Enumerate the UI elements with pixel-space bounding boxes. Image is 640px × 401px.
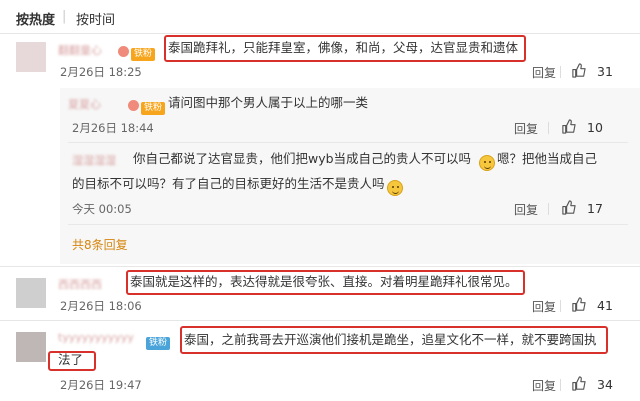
like-count: 17	[587, 201, 603, 216]
heart-icon	[128, 100, 139, 111]
like-count: 31	[597, 64, 613, 79]
avatar[interactable]	[16, 42, 46, 72]
reply-button[interactable]: 回复	[532, 298, 556, 315]
commenter-name[interactable]: 翻翻童心	[58, 42, 102, 58]
thumb-up-icon[interactable]	[561, 119, 576, 134]
comment-text: 法了	[58, 352, 84, 367]
thumb-up-icon[interactable]	[571, 376, 586, 391]
commenter-name[interactable]: 湿湿湿湿	[72, 152, 116, 168]
comment-text: 泰国就是这样的，表达得就是很夸张、直接。对着明星跪拜礼很常见。	[130, 274, 518, 289]
sort-separator: |	[62, 9, 67, 24]
avatar[interactable]	[16, 332, 46, 362]
fan-badge-label: 铁粉	[146, 337, 171, 350]
comment-text: 泰国，之前我哥去开巡演他们接机是跪坐，追星文化不一样，就不要跨国执	[184, 332, 597, 347]
fan-badge-label: 铁粉	[141, 102, 166, 115]
divider	[68, 224, 628, 225]
comment-time: 2月26日 18:25	[60, 65, 142, 79]
thumb-up-icon[interactable]	[571, 63, 586, 78]
sort-bar: 按热度 | 按时间	[0, 0, 640, 34]
sort-by-time-tab[interactable]: 按时间	[76, 9, 115, 28]
reply-button[interactable]: 回复	[532, 377, 556, 394]
divider	[0, 266, 640, 267]
comment-text: 泰国跪拜礼，只能拜皇室，佛像，和尚，父母，达官显贵和遗体	[168, 40, 519, 55]
smiley-emoji-icon	[387, 179, 404, 196]
reply-button[interactable]: 回复	[532, 64, 556, 81]
fan-badge: 铁粉	[128, 95, 166, 115]
reply-text: 的目标不可以吗？有了自己的目标更好的生活不是贵人吗	[72, 176, 385, 191]
like-count: 34	[597, 377, 613, 392]
fan-badge: 铁粉	[146, 330, 171, 350]
divider	[560, 66, 561, 78]
thumb-up-icon[interactable]	[561, 200, 576, 215]
reply-text: 请问图中那个男人属于以上的哪一类	[168, 95, 369, 110]
reply-button[interactable]: 回复	[514, 120, 538, 137]
fan-badge: 铁粉	[118, 41, 156, 61]
reply-text: 嗯？把他当成自己	[497, 151, 598, 166]
divider	[560, 379, 561, 391]
reply-button[interactable]: 回复	[514, 201, 538, 218]
commenter-name[interactable]: tyyyyyyyyyyy	[58, 331, 134, 344]
like-count: 41	[597, 298, 613, 313]
divider	[0, 33, 640, 34]
comment-time: 2月26日 18:06	[60, 299, 142, 313]
thumb-up-icon[interactable]	[571, 297, 586, 312]
commenter-name[interactable]: 西西西西	[58, 276, 102, 292]
heart-icon	[118, 46, 129, 57]
divider	[548, 122, 549, 134]
smiley-emoji-icon	[479, 154, 495, 171]
divider	[68, 142, 628, 143]
like-count: 10	[587, 120, 603, 135]
avatar[interactable]	[16, 278, 46, 308]
more-replies-link[interactable]: 共8条回复	[72, 236, 128, 253]
comment-time: 2月26日 19:47	[60, 378, 142, 392]
reply-text: 你自己都说了达官显贵，他们把wyb当成自己的贵人不可以吗	[133, 151, 472, 166]
fan-badge-label: 铁粉	[131, 48, 156, 61]
comment-time: 今天 00:05	[72, 202, 132, 216]
divider	[560, 300, 561, 312]
divider	[548, 203, 549, 215]
commenter-name[interactable]: 夏夏心	[68, 96, 101, 112]
sort-by-hot-tab[interactable]: 按热度	[16, 9, 55, 28]
divider	[0, 320, 640, 321]
comment-time: 2月26日 18:44	[72, 121, 154, 135]
